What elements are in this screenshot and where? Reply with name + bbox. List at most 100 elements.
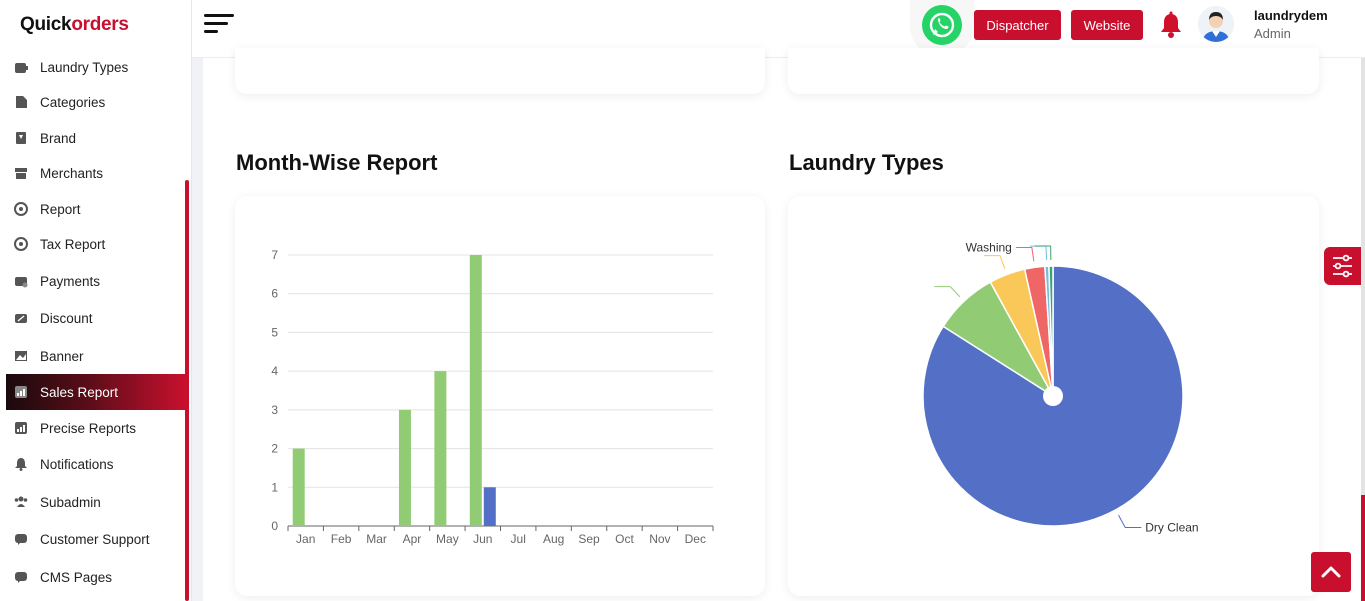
sidebar-item-cms-pages[interactable]: CMS Pages (6, 559, 186, 595)
y-tick-label: 0 (271, 519, 278, 533)
top-card-left (235, 48, 765, 94)
y-tick-label: 4 (271, 364, 278, 378)
brand-part1: Quick (20, 14, 72, 35)
sidebar-item-sales-report[interactable]: Sales Report (6, 374, 186, 410)
sales-report-icon (14, 385, 28, 399)
user-role: Admin (1254, 26, 1291, 41)
notification-bell-icon[interactable] (1158, 11, 1184, 39)
chevron-up-icon (1321, 566, 1341, 578)
avatar[interactable] (1198, 6, 1234, 42)
sidebar-item-report[interactable]: Report (6, 191, 186, 227)
user-name[interactable]: laundrydem (1254, 8, 1328, 23)
sidebar-item-brand[interactable]: Brand (6, 120, 186, 156)
categories-icon (14, 95, 28, 109)
laundry-types-title: Laundry Types (789, 150, 944, 175)
month-report-card: 0 1 2 3 4 5 6 7 Jan Feb Mar Apr May Jun Jul Aug Sep Oct No… (235, 196, 765, 596)
scroll-to-top-button[interactable] (1311, 552, 1351, 592)
bar (292, 448, 305, 526)
laundry-types-card: Dry Clean Washing (788, 196, 1319, 596)
store-icon (14, 166, 28, 180)
dispatcher-button[interactable]: Dispatcher (974, 10, 1061, 40)
pie-label: Washing (966, 240, 1012, 254)
pie-leader-line (1034, 245, 1052, 261)
x-tick-label: Mar (366, 532, 387, 546)
sidebar-item-label: Payments (40, 273, 101, 289)
sidebar-item-discount[interactable]: Discount (6, 300, 186, 336)
pie-leader-line (1118, 514, 1142, 528)
sidebar-item-label: Laundry Types (40, 59, 129, 75)
sidebar-item-label: CMS Pages (40, 569, 113, 585)
month-bar-chart: 0 1 2 3 4 5 6 7 Jan Feb Mar Apr May Jun Jul Aug Sep Oct No… (271, 248, 714, 546)
bar (469, 255, 482, 526)
top-card-right (788, 48, 1319, 94)
discount-icon (14, 311, 28, 325)
sidebar-item-notifications[interactable]: Notifications (6, 446, 186, 482)
sidebar-item-payments[interactable]: Payments (6, 263, 186, 299)
support-icon (14, 532, 28, 546)
pie-center-hole (1043, 386, 1063, 406)
report-icon (14, 202, 28, 216)
pie-leader-line (934, 286, 961, 298)
brand-part2: orders (71, 14, 129, 35)
x-tick-label: Dec (685, 532, 706, 546)
sidebar-item-label: Discount (40, 310, 93, 326)
pie-label: Dry Clean (1145, 520, 1198, 534)
page-scrollbar-thumb[interactable] (1361, 495, 1365, 601)
sidebar-item-banner[interactable]: Banner (6, 338, 186, 374)
banner-icon (14, 349, 28, 363)
sidebar-item-tax-report[interactable]: Tax Report (6, 226, 186, 262)
sidebar-item-label: Sales Report (40, 384, 119, 400)
x-tick-label: Oct (615, 532, 634, 546)
sidebar: Quickorders Laundry Types Categories Brand… (0, 0, 192, 601)
sidebar-item-merchants[interactable]: Merchants (6, 155, 186, 191)
y-tick-label: 2 (271, 442, 278, 456)
bar (434, 371, 447, 526)
sidebar-scrollbar[interactable] (185, 180, 189, 601)
sidebar-item-precise-reports[interactable]: Precise Reports (6, 410, 186, 446)
website-button[interactable]: Website (1071, 10, 1143, 40)
x-tick-label: Sep (578, 532, 600, 546)
month-report-title: Month-Wise Report (236, 150, 438, 175)
x-tick-label: May (436, 532, 459, 546)
bar (483, 487, 496, 526)
sidebar-item-customer-support[interactable]: Customer Support (6, 521, 186, 557)
brand-icon (14, 131, 28, 145)
sidebar-item-label: Categories (40, 94, 106, 110)
brand-logo[interactable]: Quickorders (20, 14, 129, 36)
sidebar-item-laundry-types[interactable]: Laundry Types (6, 49, 186, 85)
menu-toggle-icon[interactable] (204, 14, 234, 36)
sidebar-item-label: Merchants (40, 165, 104, 181)
sidebar-item-subadmin[interactable]: Subadmin (6, 484, 186, 520)
laundry-icon (14, 60, 28, 74)
sidebar-item-label: Report (40, 201, 81, 217)
sidebar-item-label: Precise Reports (40, 420, 137, 436)
y-tick-label: 6 (271, 287, 278, 301)
sidebar-item-label: Tax Report (40, 236, 106, 252)
whatsapp-icon[interactable] (922, 5, 962, 45)
sidebar-item-label: Subadmin (40, 494, 101, 510)
sidebar-item-label: Banner (40, 348, 84, 364)
sidebar-item-label: Notifications (40, 456, 114, 472)
x-tick-label: Nov (649, 532, 670, 546)
pie-leader-line (1015, 246, 1035, 262)
payments-icon (14, 274, 28, 288)
bell-icon (14, 457, 28, 471)
laundry-pie-chart: Dry Clean Washing (922, 240, 1199, 534)
bar (398, 409, 411, 526)
sidebar-item-label: Brand (40, 130, 77, 146)
sidebar-item-label: Customer Support (40, 531, 150, 547)
x-tick-label: Jan (296, 532, 315, 546)
pie-leader-line (983, 255, 1006, 269)
x-tick-label: Apr (403, 532, 422, 546)
settings-sliders-icon[interactable] (1324, 247, 1361, 285)
y-tick-label: 3 (271, 403, 278, 417)
users-icon (14, 495, 28, 509)
tax-report-icon (14, 237, 28, 251)
y-tick-label: 5 (271, 325, 278, 339)
x-tick-label: Aug (543, 532, 564, 546)
precise-reports-icon (14, 421, 28, 435)
x-tick-label: Jun (473, 532, 492, 546)
y-tick-label: 7 (271, 248, 278, 262)
sidebar-item-categories[interactable]: Categories (6, 84, 186, 120)
x-tick-label: Jul (511, 532, 526, 546)
